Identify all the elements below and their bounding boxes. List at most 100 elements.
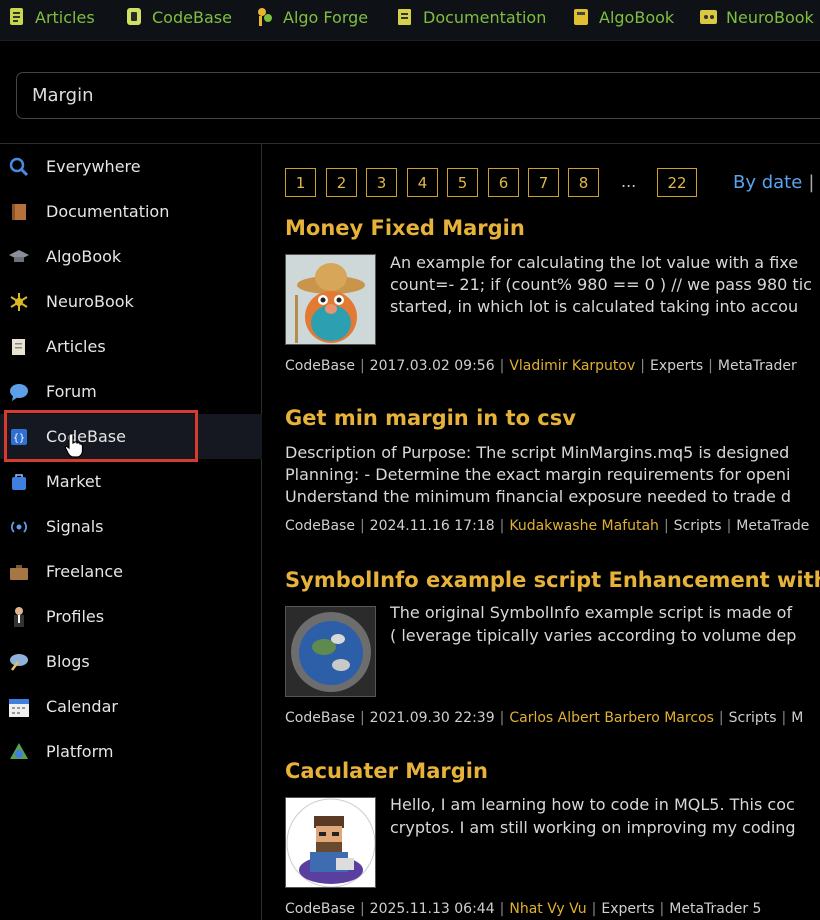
page-link-6[interactable]: 6: [488, 168, 519, 197]
result-thumbnail-pixel-avatar[interactable]: [285, 797, 376, 888]
meta-platform[interactable]: MetaTrade: [736, 518, 809, 534]
page-link-1[interactable]: 1: [285, 168, 316, 197]
pen-bubble-icon: [8, 651, 30, 673]
meta-platform[interactable]: MetaTrader 5: [669, 901, 761, 917]
page-link-8[interactable]: 8: [568, 168, 599, 197]
result-meta: CodeBase | 2025.11.13 06:44 | Nhat Vy Vu | Exp…: [285, 901, 762, 917]
sidebar-item-codebase[interactable]: {} CodeBase: [0, 414, 262, 459]
topnav-algo-forge[interactable]: Algo Forge: [256, 0, 368, 34]
codebase-icon: [125, 7, 143, 27]
meta-category[interactable]: Experts: [650, 358, 703, 374]
sidebar-item-calendar[interactable]: Calendar: [0, 684, 262, 729]
meta-platform[interactable]: MetaTrader: [718, 358, 797, 374]
topnav-algobook[interactable]: AlgoBook: [572, 0, 674, 34]
page-link-5[interactable]: 5: [447, 168, 478, 197]
search-area: Margin: [0, 42, 820, 144]
topnav-articles[interactable]: Articles: [8, 0, 95, 34]
result-title[interactable]: Money Fixed Margin: [285, 216, 525, 240]
search-input[interactable]: Margin: [16, 72, 820, 119]
meta-author[interactable]: Carlos Albert Barbero Marcos: [509, 710, 714, 726]
meta-source[interactable]: CodeBase: [285, 710, 355, 726]
meta-author[interactable]: Kudakwashe Mafutah: [509, 518, 659, 534]
page-link-7[interactable]: 7: [528, 168, 559, 197]
pagination-ellipsis: ...: [621, 172, 637, 191]
meta-category[interactable]: Scripts: [729, 710, 777, 726]
page-link-2[interactable]: 2: [326, 168, 357, 197]
sidebar: Everywhere Documentation AlgoBook NeuroB…: [0, 144, 262, 920]
sidebar-label-market: Market: [46, 472, 101, 491]
sidebar-item-algobook[interactable]: AlgoBook: [0, 234, 262, 279]
shopping-bag-icon: [8, 471, 30, 493]
sidebar-label-forum: Forum: [46, 382, 97, 401]
sidebar-label-articles: Articles: [46, 337, 106, 356]
calendar-icon: [8, 696, 30, 718]
neurobook-icon: [699, 7, 717, 27]
result-title[interactable]: Get min margin in to csv: [285, 406, 576, 430]
sidebar-item-blogs[interactable]: Blogs: [0, 639, 262, 684]
sidebar-label-platform: Platform: [46, 742, 114, 761]
result-thumbnail-globe[interactable]: [285, 606, 376, 697]
topnav-algobook-label: AlgoBook: [599, 7, 675, 27]
sidebar-item-documentation[interactable]: Documentation: [0, 189, 262, 234]
result-thumbnail-wizard[interactable]: [285, 254, 376, 345]
code-braces-icon: {}: [8, 426, 30, 448]
sidebar-label-freelance: Freelance: [46, 562, 123, 581]
meta-source[interactable]: CodeBase: [285, 901, 355, 917]
result-desc-line: The original SymbolInfo example script i…: [390, 603, 793, 622]
hand-cursor-icon: [64, 432, 84, 464]
sidebar-item-signals[interactable]: Signals: [0, 504, 262, 549]
meta-author[interactable]: Nhat Vy Vu: [509, 901, 586, 917]
sidebar-label-codebase: CodeBase: [46, 427, 126, 446]
topnav-codebase[interactable]: CodeBase: [125, 0, 232, 34]
sidebar-label-blogs: Blogs: [46, 652, 90, 671]
sort-by-date[interactable]: By date |: [733, 172, 814, 193]
top-navigation: Articles CodeBase Algo Forge Documentati…: [0, 0, 820, 41]
result-meta: CodeBase | 2017.03.02 09:56 | Vladimir Karpu…: [285, 358, 797, 374]
result-meta: CodeBase | 2024.11.16 17:18 | Kudakwashe Maf…: [285, 518, 810, 534]
book-icon: [8, 201, 30, 223]
topnav-neurobook[interactable]: NeuroBook: [699, 0, 814, 34]
result-desc-line: An example for calculating the lot value…: [390, 253, 799, 272]
topnav-documentation[interactable]: Documentation: [396, 0, 546, 34]
signal-waves-icon: [8, 516, 30, 538]
algobook-icon: [572, 7, 590, 27]
page-link-4[interactable]: 4: [407, 168, 438, 197]
sidebar-label-everywhere: Everywhere: [46, 157, 141, 176]
page-link-last[interactable]: 22: [657, 168, 697, 197]
sidebar-item-forum[interactable]: Forum: [0, 369, 262, 414]
sidebar-item-neurobook[interactable]: NeuroBook: [0, 279, 262, 324]
result-title[interactable]: Caculater Margin: [285, 759, 488, 783]
meta-category[interactable]: Scripts: [674, 518, 722, 534]
results-panel: 1 2 3 4 5 6 7 8 ... 22 By date | Money Fi…: [263, 144, 820, 920]
sidebar-item-articles[interactable]: Articles: [0, 324, 262, 369]
documentation-icon: [396, 7, 414, 27]
result-title[interactable]: SymbolInfo example script Enhancement wi…: [285, 568, 820, 592]
meta-date: 2017.03.02 09:56: [369, 358, 495, 374]
sidebar-item-market[interactable]: Market: [0, 459, 262, 504]
sidebar-label-neurobook: NeuroBook: [46, 292, 134, 311]
sidebar-item-platform[interactable]: Platform: [0, 729, 262, 774]
sort-separator: |: [808, 172, 815, 193]
topnav-documentation-label: Documentation: [423, 7, 547, 27]
sidebar-label-algobook: AlgoBook: [46, 247, 122, 266]
sidebar-item-everywhere[interactable]: Everywhere: [0, 144, 262, 189]
result-desc-line: Hello, I am learning how to code in MQL5…: [390, 795, 795, 814]
search-icon: [8, 156, 30, 178]
meta-source[interactable]: CodeBase: [285, 358, 355, 374]
meta-source[interactable]: CodeBase: [285, 518, 355, 534]
speech-bubble-icon: [8, 381, 30, 403]
result-desc-line: started, in which lot is calculated taki…: [390, 297, 799, 316]
sort-label[interactable]: By date: [733, 172, 802, 193]
sidebar-item-profiles[interactable]: Profiles: [0, 594, 262, 639]
result-desc-line: cryptos. I am still working on improving…: [390, 818, 796, 837]
sidebar-item-freelance[interactable]: Freelance: [0, 549, 262, 594]
meta-author[interactable]: Vladimir Karputov: [509, 358, 635, 374]
meta-platform[interactable]: M: [791, 710, 803, 726]
page-link-3[interactable]: 3: [366, 168, 397, 197]
result-desc-line: ( leverage tipically varies according to…: [390, 626, 797, 645]
meta-category[interactable]: Experts: [601, 901, 654, 917]
sidebar-label-calendar: Calendar: [46, 697, 118, 716]
document-icon: [8, 336, 30, 358]
topnav-neurobook-label: NeuroBook: [726, 7, 814, 27]
result-desc-line: count=- 21; if (count% 980 == 0 ) // we …: [390, 275, 812, 294]
